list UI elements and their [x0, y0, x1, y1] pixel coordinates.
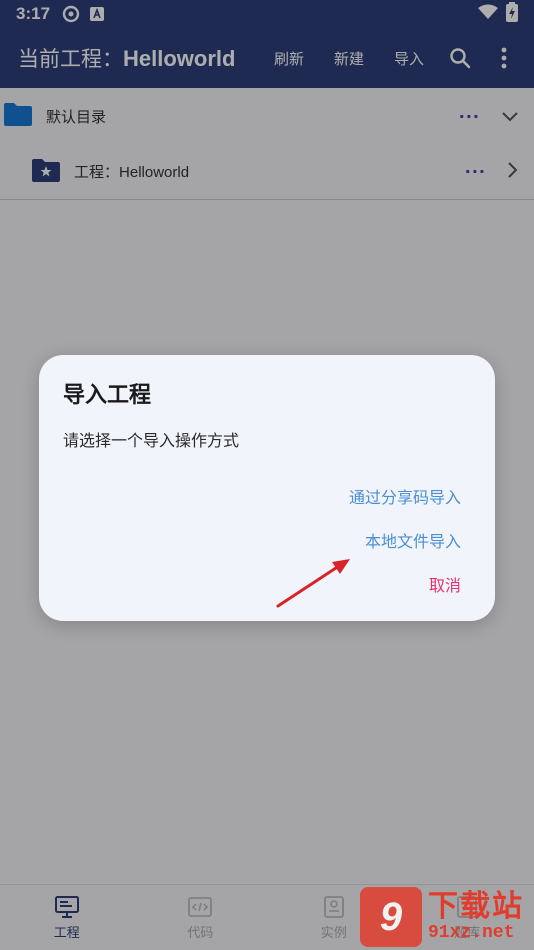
watermark-logo: 9: [360, 887, 422, 947]
dialog-message: 请选择一个导入操作方式: [63, 431, 240, 450]
dialog-title: 导入工程: [63, 383, 152, 408]
watermark-url: 91xz.net: [428, 923, 515, 943]
watermark-cn: 下载站: [428, 889, 524, 924]
import-local-file-button[interactable]: 本地文件导入: [365, 528, 461, 552]
cancel-button[interactable]: 取消: [429, 572, 461, 596]
annotation-arrow-icon: [276, 559, 350, 608]
watermark: 9 下载站 91xz.net: [360, 886, 532, 948]
import-by-share-code-button[interactable]: 通过分享码导入: [349, 484, 461, 508]
watermark-text: 下载站 91xz.net: [428, 889, 524, 943]
import-project-dialog: 导入工程 请选择一个导入操作方式 通过分享码导入 本地文件导入 取消: [39, 355, 495, 621]
